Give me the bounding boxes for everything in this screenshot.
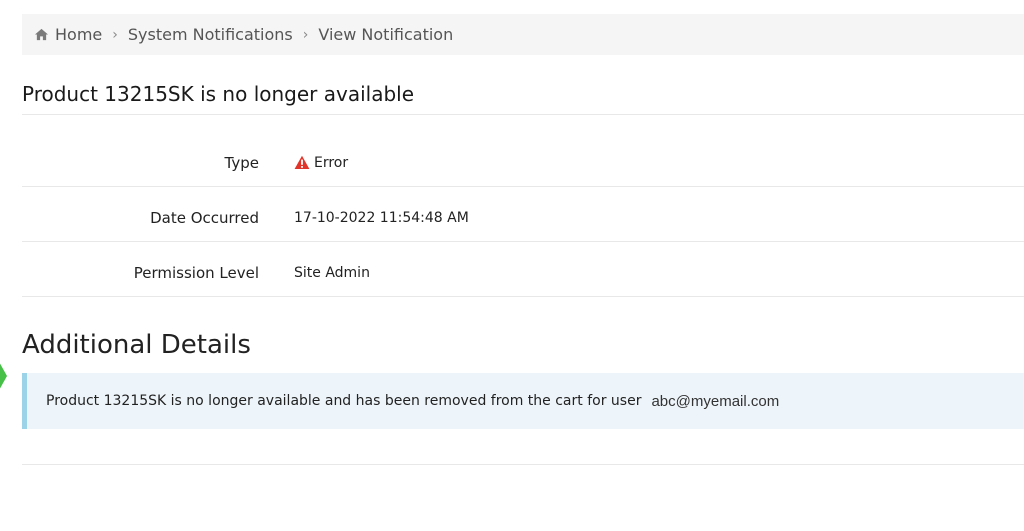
breadcrumb-home[interactable]: Home [34,25,102,44]
divider [22,464,1024,465]
detail-value-permission: Site Admin [294,264,370,281]
home-icon [35,28,48,41]
detail-row-permission: Permission Level Site Admin [22,245,1024,300]
divider [22,186,1024,187]
detail-label-type: Type [224,153,259,172]
breadcrumb-home-label: Home [55,25,103,44]
additional-details-message: Product 13215SK is no longer available a… [22,373,1024,429]
divider [22,296,1024,297]
notification-page: Home › System Notifications › View Notif… [0,0,1024,531]
breadcrumb-view-notification: View Notification [318,25,454,44]
detail-value-type: Error [294,155,348,171]
edge-marker [0,360,7,392]
breadcrumb: Home › System Notifications › View Notif… [22,14,1024,55]
chevron-right-icon: › [302,26,309,43]
additional-details-heading: Additional Details [22,330,251,360]
breadcrumb-system-notifications[interactable]: System Notifications [128,25,293,44]
user-email: abc@myemail.com [651,392,780,410]
message-text: Product 13215SK is no longer available a… [46,393,642,409]
detail-label-date: Date Occurred [150,208,259,227]
detail-row-type: Type Error [22,135,1024,190]
detail-value-date: 17-10-2022 11:54:48 AM [294,209,469,226]
chevron-right-icon: › [112,26,118,43]
detail-label-permission: Permission Level [133,263,259,282]
page-title: Product 13215SK is no longer available [22,82,415,106]
detail-row-date: Date Occurred 17-10-2022 11:54:48 AM [22,190,1024,245]
warning-icon [294,155,310,169]
divider [22,241,1024,242]
divider [22,114,1024,115]
type-value: Error [314,154,349,171]
